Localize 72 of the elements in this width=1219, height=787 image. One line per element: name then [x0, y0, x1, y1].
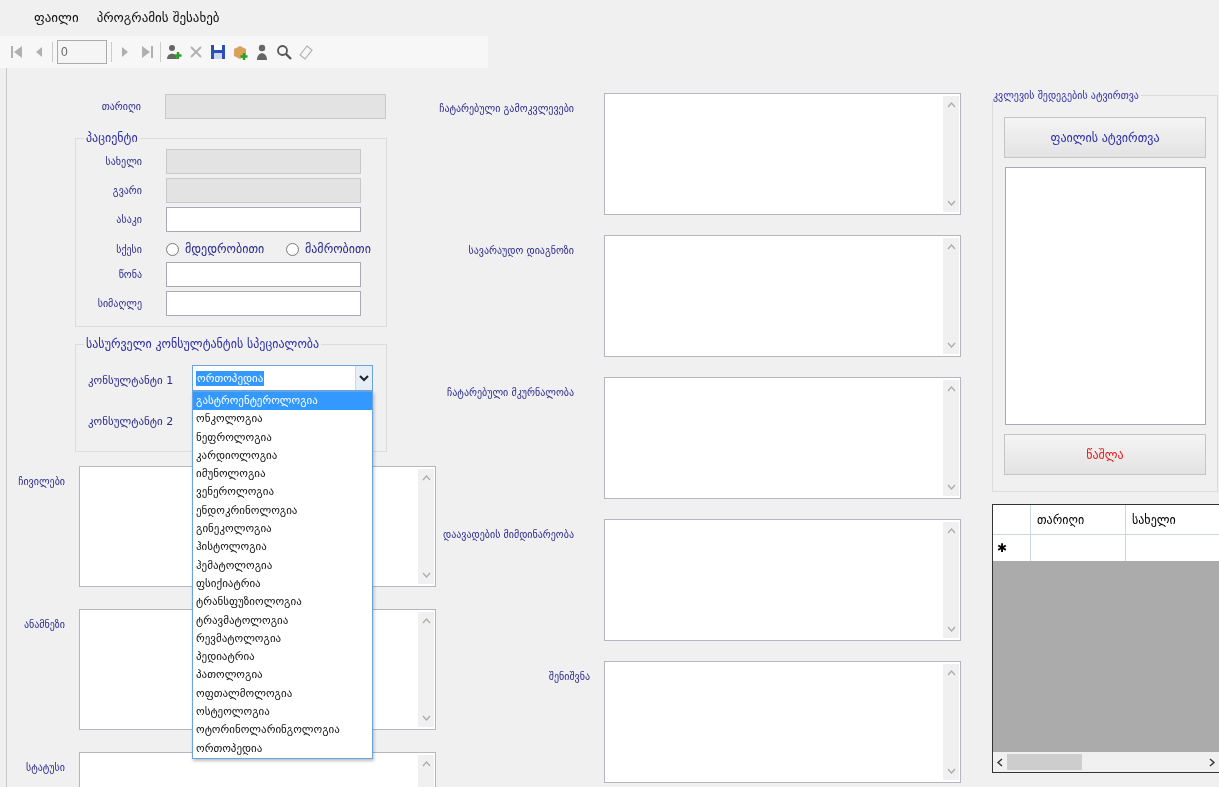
record-position-field[interactable]: 0 [57, 40, 107, 64]
menu-item[interactable]: ფაილი [34, 10, 79, 36]
scroll-down-icon [946, 200, 956, 206]
scroll-down-icon [946, 484, 956, 490]
scroll-up-icon [946, 102, 956, 108]
dropdown-option[interactable]: გინეკოლოგია [193, 520, 372, 539]
scroll-up-icon [946, 386, 956, 392]
field-label: ჩივილები [18, 476, 65, 487]
field-label: დაავადების მიმდინარეობა [443, 529, 574, 540]
caret-icon [359, 374, 369, 382]
group-title: პაციენტი [85, 131, 139, 145]
radio-button[interactable] [166, 242, 179, 256]
field-label: სახელი [105, 156, 142, 167]
table-cell[interactable] [1031, 535, 1126, 561]
scroll-left-icon [997, 757, 1003, 767]
radio-label: მდედრობითი [185, 242, 265, 256]
scroll-up-icon [946, 670, 956, 676]
upload-button[interactable]: ფაილის ატვირთვა [1004, 117, 1206, 158]
dropdown-option[interactable]: პათოლოგია [193, 666, 372, 685]
dropdown-option[interactable]: ოტორინოლარინგოლოგია [193, 721, 372, 740]
dropdown-option[interactable]: ოსტეოლოგია [193, 703, 372, 722]
column-header[interactable]: თარიღი [1031, 505, 1126, 535]
add-person-icon[interactable] [165, 43, 183, 61]
group-title: კვლევის შედეგების ატვირთვა [992, 90, 1140, 101]
dropdown-option[interactable]: პედიატრია [193, 648, 372, 667]
field-label: სტატუსი [26, 762, 65, 773]
table-cell[interactable] [1126, 535, 1219, 561]
field-label: ასაკი [116, 214, 142, 225]
text-field[interactable] [166, 262, 361, 287]
horizontal-scrollbar[interactable] [993, 752, 1219, 772]
scroll-down-icon [946, 342, 956, 348]
scroll-down-icon [946, 626, 956, 632]
scroll-down-icon [421, 715, 431, 721]
radio-button[interactable] [286, 242, 299, 256]
scroll-up-icon [421, 475, 431, 481]
field-label: ჩატარებული მკურნალობა [447, 387, 574, 398]
field-label: წონა [118, 269, 142, 280]
field-label: შენიშვნა [548, 671, 590, 682]
field-label: კონსულტანტი 1 [88, 373, 174, 387]
field-label: თარიღი [101, 101, 141, 112]
row-header [993, 505, 1031, 535]
field-label: კონსულტანტი 2 [88, 414, 174, 428]
file-list[interactable] [1004, 167, 1206, 425]
scroll-right-icon [1209, 757, 1215, 767]
scroll-up-icon [421, 618, 431, 624]
menu-item[interactable]: პროგრამის შესახებ [96, 10, 220, 36]
dropdown-option[interactable]: ვენეროლოგია [193, 483, 372, 502]
field-label: სქესი [116, 243, 142, 255]
package-add-icon[interactable] [231, 43, 249, 61]
field-label: ანამნეზი [23, 619, 65, 630]
dropdown-option[interactable]: იმუნოლოგია [193, 465, 372, 484]
dropdown-option[interactable]: ონკოლოგია [193, 410, 372, 429]
column-header[interactable]: სახელი [1126, 505, 1219, 535]
field-label: სიმაღლე [97, 298, 142, 309]
search-icon[interactable] [275, 43, 293, 61]
scroll-down-icon [421, 572, 431, 578]
scroll-up-icon [946, 528, 956, 534]
field-label: ჩატარებული გამოკვლევები [439, 103, 574, 114]
scroll-up-icon [421, 761, 431, 767]
delete-button[interactable]: წაშლა [1004, 434, 1206, 475]
dropdown-option[interactable]: ჰისტოლოგია [193, 538, 372, 557]
scroll-up-icon [946, 244, 956, 250]
scroll-down-icon [946, 768, 956, 774]
new-row-marker: ✱ [993, 535, 1031, 561]
dropdown-option[interactable]: ტრანსფუზიოლოგია [193, 593, 372, 612]
radio-label: მამრობითი [305, 242, 371, 256]
field-label: გვარი [112, 185, 142, 196]
group-title: სასურველი კონსულტანტის სპეციალობა [85, 337, 321, 351]
field-label: სავარაუდო დიაგნოზი [468, 245, 574, 256]
save-icon[interactable] [209, 43, 227, 61]
text-field[interactable] [166, 291, 361, 316]
text-field[interactable] [166, 207, 361, 232]
